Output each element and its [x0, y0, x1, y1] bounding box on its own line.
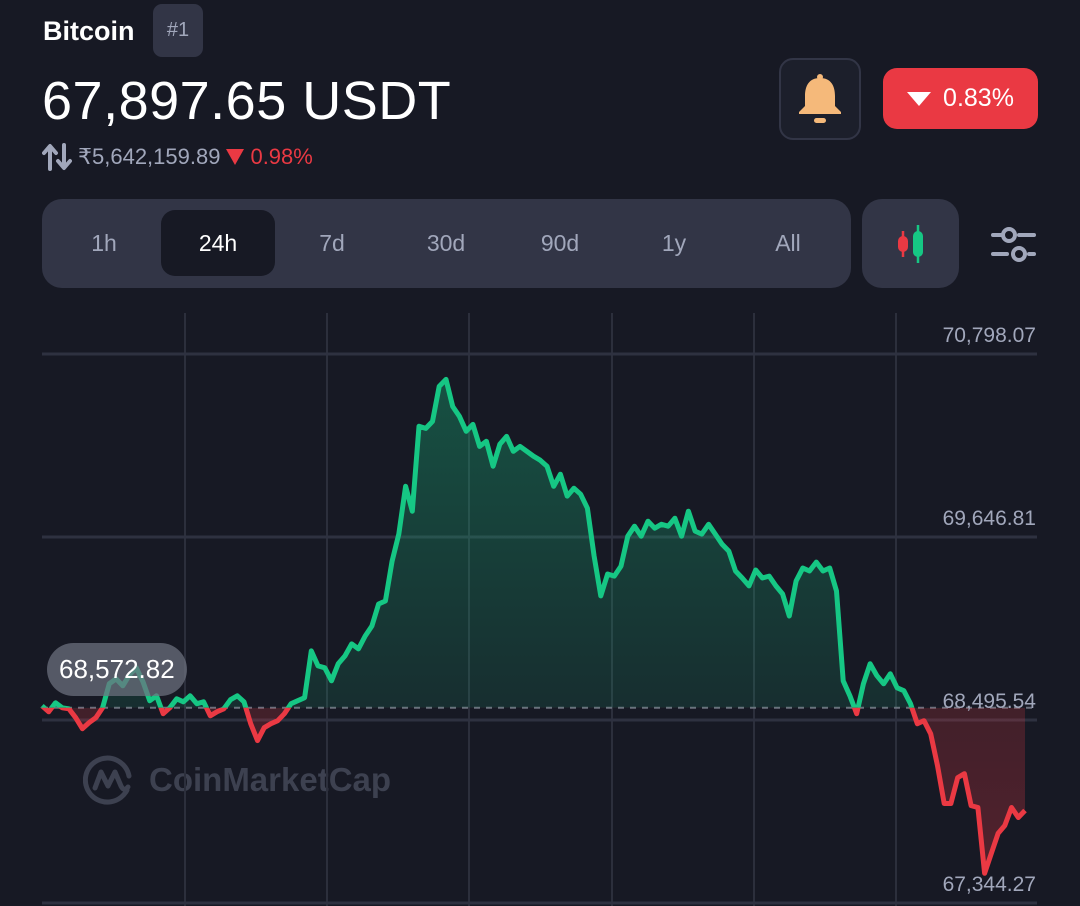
watermark-text: CoinMarketCap — [149, 761, 392, 798]
secondary-price-row: ₹5,642,159.89 0.98% — [42, 143, 313, 171]
price-alert-button[interactable] — [779, 58, 861, 140]
tab-1h[interactable]: 1h — [47, 210, 161, 276]
coin-name: Bitcoin — [43, 16, 135, 46]
sliders-icon — [991, 227, 1036, 262]
inr-price: ₹5,642,159.89 — [78, 144, 221, 169]
coinmarketcap-logo-icon — [83, 755, 132, 805]
tab-all[interactable]: All — [731, 210, 845, 276]
price-change-value: 0.83% — [943, 84, 1014, 112]
down-triangle-icon — [226, 149, 245, 165]
down-triangle-icon — [907, 91, 932, 106]
tab-30d[interactable]: 30d — [389, 210, 503, 276]
rank-badge: #1 — [153, 4, 203, 57]
time-range-tabs: 1h 24h 7d 30d 90d 1y All — [42, 199, 851, 288]
tab-7d[interactable]: 7d — [275, 210, 389, 276]
price-tooltip: 68,572.82 — [47, 643, 187, 696]
current-price: 67,897.65 USDT — [42, 71, 452, 131]
bell-icon — [799, 74, 841, 123]
y-axis-tick-label: 67,344.27 — [942, 873, 1036, 896]
tab-24h[interactable]: 24h — [161, 210, 275, 276]
coinmarketcap-watermark: CoinMarketCap — [83, 754, 391, 806]
tab-90d[interactable]: 90d — [503, 210, 617, 276]
y-axis-tick-label: 69,646.81 — [942, 506, 1036, 530]
y-axis-tick-label: 70,798.07 — [942, 324, 1036, 347]
y-axis-tick-label: 68,495.54 — [942, 689, 1036, 713]
tab-1y[interactable]: 1y — [617, 210, 731, 276]
chart-settings-button[interactable] — [984, 214, 1044, 274]
inr-change-value: 0.98% — [250, 144, 313, 169]
candlestick-icon — [897, 224, 923, 263]
candlestick-toggle-button[interactable] — [862, 199, 959, 288]
price-change-badge: 0.83% — [883, 68, 1038, 129]
swap-arrows-icon[interactable] — [42, 143, 72, 171]
inr-change: 0.98% — [226, 144, 313, 170]
